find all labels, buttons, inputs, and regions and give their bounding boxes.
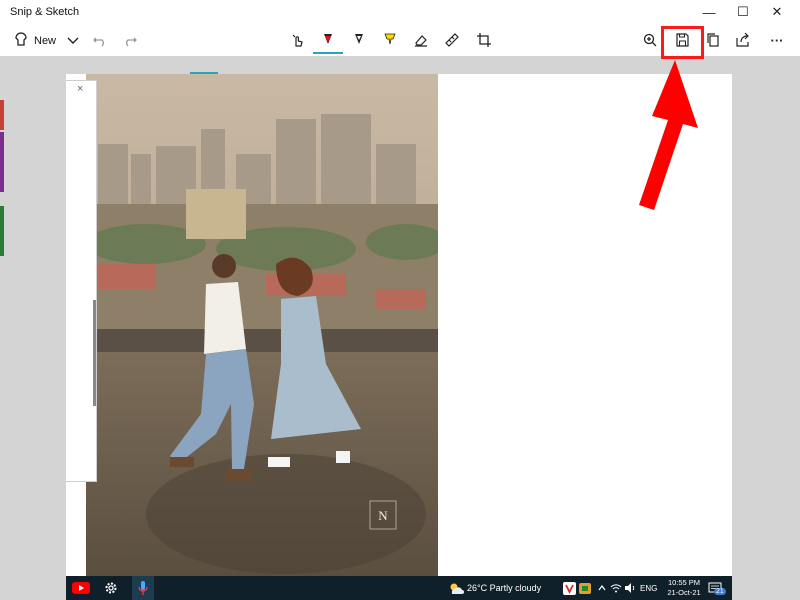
crop-button[interactable] — [471, 28, 497, 52]
new-snip-button[interactable] — [8, 28, 34, 52]
teal-indicator — [190, 72, 218, 74]
title-bar: Snip & Sketch — ☐ ✕ — [0, 0, 800, 24]
weather-text: 26°C Partly cloudy — [467, 576, 541, 600]
microphone-icon — [132, 576, 154, 600]
new-dropdown-button[interactable] — [60, 28, 86, 52]
zoom-icon — [643, 33, 657, 47]
weather-icon — [448, 576, 464, 600]
undo-icon — [93, 37, 104, 47]
active-tool-indicator — [313, 52, 343, 54]
highlighter-icon — [384, 33, 396, 45]
ballpoint-pen-button[interactable] — [315, 28, 341, 52]
minimize-button[interactable]: — — [692, 0, 726, 24]
system-clock: 10:55 PM 21-Oct-21 — [660, 578, 708, 598]
share-button[interactable] — [730, 28, 756, 52]
vivaldi-icon — [563, 576, 576, 600]
language-label: ENG — [640, 583, 658, 593]
crop-icon — [477, 33, 491, 47]
close-button[interactable]: ✕ — [760, 0, 794, 24]
redo-button[interactable] — [117, 28, 143, 52]
ruler-icon — [445, 33, 459, 47]
touch-writing-button[interactable] — [285, 28, 311, 52]
maximize-button[interactable]: ☐ — [726, 0, 760, 24]
ruler-button[interactable] — [439, 28, 465, 52]
eraser-icon — [415, 35, 427, 47]
wifi-icon — [610, 576, 622, 600]
rooftop-couple-photo: N — [86, 74, 438, 578]
copy-icon — [707, 33, 719, 47]
panel-close-icon[interactable]: × — [77, 83, 83, 95]
youtube-icon — [72, 576, 90, 600]
redo-icon — [126, 37, 137, 47]
pencil-button[interactable] — [346, 28, 372, 52]
red-arrow-annotation — [639, 60, 698, 210]
ballpoint-pen-icon — [324, 34, 332, 44]
more-icon: ··· — [770, 32, 784, 48]
save-highlight-box — [661, 26, 704, 59]
new-snip-icon — [15, 32, 27, 46]
photo-watermark: N — [378, 508, 388, 523]
share-icon — [736, 32, 749, 47]
captured-taskbar: 26°C Partly cloudy ENG 10:55 PM 21-Oct-2… — [66, 576, 732, 600]
app-title: Snip & Sketch — [10, 6, 80, 18]
side-panel — [66, 80, 97, 482]
tray-chevron-icon — [597, 576, 607, 600]
highlighter-button[interactable] — [377, 28, 403, 52]
chevron-down-icon — [67, 37, 79, 44]
new-label[interactable]: New — [34, 35, 56, 47]
left-edge — [0, 56, 4, 600]
zoom-button[interactable] — [637, 28, 663, 52]
notifications-icon: 21 — [708, 576, 726, 600]
app-tray-icon — [579, 576, 592, 600]
panel-scrollbar[interactable] — [93, 300, 96, 406]
weather-label: 26°C Partly cloudy — [467, 583, 542, 593]
undo-button[interactable] — [87, 28, 113, 52]
notification-badge: 21 — [714, 588, 726, 595]
clock-time: 10:55 PM — [667, 578, 701, 587]
touch-writing-icon — [292, 34, 303, 47]
more-button[interactable]: ··· — [764, 28, 790, 52]
clock-date: 21-Oct-21 — [667, 588, 701, 597]
eraser-button[interactable] — [408, 28, 434, 52]
volume-icon — [624, 576, 636, 600]
settings-gear-icon — [104, 576, 118, 600]
pencil-icon — [355, 34, 363, 44]
language-indicator: ENG — [640, 576, 657, 600]
captured-photo: N — [86, 74, 438, 578]
